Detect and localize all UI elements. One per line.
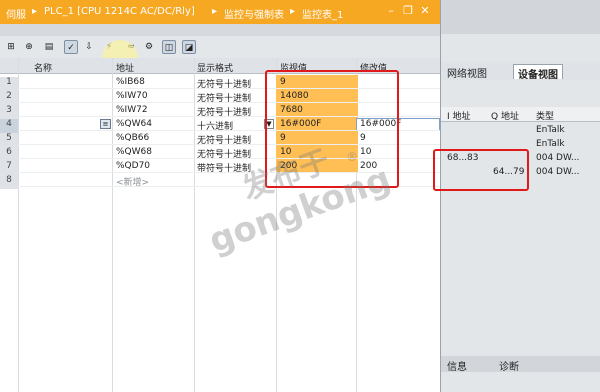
- tab-device-view[interactable]: 设备视图: [513, 64, 563, 81]
- inspector-tabs: 信息 诊断: [441, 356, 600, 373]
- address-cell[interactable]: %QD70: [116, 161, 150, 171]
- breadcrumb-root[interactable]: 伺服: [6, 6, 26, 21]
- view-tabs: 网络视图 设备视图: [441, 62, 600, 81]
- address-cell[interactable]: %IW72: [116, 105, 148, 115]
- type-cell: EnTalk: [536, 125, 565, 135]
- window-titlebar: 伺服 ▸ PLC_1 [CPU 1214C AC/DC/Rly] ▸ 监控与强制…: [0, 0, 440, 24]
- monitor-once-icon[interactable]: ⇩: [82, 40, 96, 54]
- restore-icon[interactable]: ❐: [401, 4, 415, 18]
- right-topbar: [441, 0, 600, 34]
- device-view-panel: 网络视图 设备视图 I 地址 Q 地址 类型 EnTalk EnTalk 68.…: [433, 0, 600, 392]
- type-cell: EnTalk: [536, 139, 565, 149]
- add-row-icon[interactable]: ⊕: [22, 40, 36, 54]
- add-new-cell[interactable]: <新增>: [116, 175, 149, 188]
- header-q-address[interactable]: Q 地址: [491, 109, 519, 122]
- device-row[interactable]: EnTalk: [441, 123, 600, 137]
- type-cell: 004 DW...: [536, 153, 580, 163]
- tab-network-view[interactable]: 网络视图: [443, 64, 491, 80]
- display-format-icon[interactable]: ▤: [42, 40, 56, 54]
- address-cell[interactable]: %IB68: [116, 77, 145, 87]
- watermark-mark: ®: [346, 150, 358, 164]
- annotation-box: [433, 149, 529, 191]
- breadcrumb-watch-table[interactable]: 监控表_1: [302, 6, 343, 21]
- header-i-address[interactable]: I 地址: [447, 109, 471, 122]
- address-cell[interactable]: %IW70: [116, 91, 148, 101]
- breadcrumb-plc[interactable]: PLC_1 [CPU 1214C AC/DC/Rly]: [44, 6, 195, 17]
- address-cell[interactable]: %QB66: [116, 133, 149, 143]
- address-cell[interactable]: %QW68: [116, 147, 152, 157]
- header-address[interactable]: 地址: [116, 61, 134, 74]
- show-columns-icon[interactable]: ◫: [162, 40, 176, 54]
- header-type[interactable]: 类型: [536, 109, 554, 122]
- minimize-icon[interactable]: –: [384, 4, 398, 18]
- insert-row-icon[interactable]: ⊞: [4, 40, 18, 54]
- header-display-format[interactable]: 显示格式: [197, 61, 233, 74]
- close-icon[interactable]: ✕: [418, 4, 432, 18]
- tab-diagnostics[interactable]: 诊断: [499, 358, 519, 373]
- address-cell[interactable]: %QW64: [116, 119, 152, 129]
- breadcrumb-sep: ▸: [212, 6, 218, 17]
- breadcrumb-sep: ▸: [32, 6, 38, 17]
- show-force-columns-icon[interactable]: ◪: [182, 40, 196, 54]
- modify-all-icon[interactable]: ⚙: [142, 40, 156, 54]
- monitor-all-icon[interactable]: ✓: [64, 40, 78, 54]
- breadcrumb-watch-force[interactable]: 监控与强制表: [224, 6, 284, 21]
- type-cell: 004 DW...: [536, 167, 580, 177]
- breadcrumb-sep: ▸: [290, 6, 296, 17]
- toolbar: ⊞ ⊕ ▤ ✓ ⇩ ⚡ ≈ ⚙ ◫ ◪: [0, 36, 440, 58]
- header-name[interactable]: 名称: [34, 61, 52, 74]
- device-table-header: I 地址 Q 地址 类型: [441, 107, 600, 122]
- row-number: 8: [0, 175, 18, 189]
- tab-info[interactable]: 信息: [447, 358, 467, 373]
